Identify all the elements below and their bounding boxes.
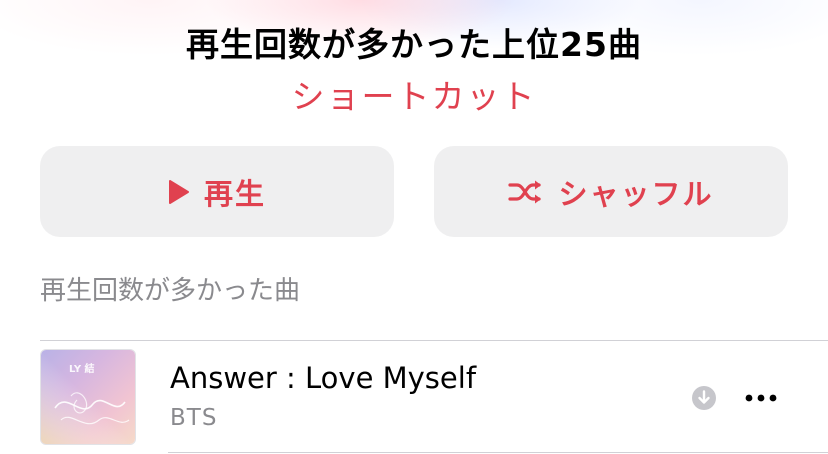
shuffle-icon <box>508 179 544 205</box>
artwork-text: LY 結 <box>69 362 95 375</box>
playlist-title: 再生回数が多かった上位25曲 <box>186 25 642 64</box>
album-artwork: LY 結 <box>40 349 136 445</box>
play-button-label: 再生 <box>203 176 266 211</box>
track-row[interactable]: LY 結 Answer : Love Myself BTS <box>0 341 828 452</box>
play-button[interactable]: 再生 <box>40 146 394 237</box>
track-title: Answer : Love Myself <box>170 361 477 395</box>
downloaded-icon <box>692 386 716 410</box>
section-header: 再生回数が多かった曲 <box>40 276 301 306</box>
list-divider <box>168 452 828 453</box>
more-options-icon[interactable] <box>744 389 778 407</box>
shuffle-button-label: シャッフル <box>558 176 714 211</box>
playlist-page: 再生回数が多かった上位25曲 ショートカット 再生 シャッフル 再生回数が多かっ… <box>0 0 828 454</box>
track-artist: BTS <box>170 405 218 431</box>
shuffle-button[interactable]: シャッフル <box>434 146 788 237</box>
play-icon <box>168 179 190 205</box>
playlist-subtitle[interactable]: ショートカット <box>0 70 828 118</box>
